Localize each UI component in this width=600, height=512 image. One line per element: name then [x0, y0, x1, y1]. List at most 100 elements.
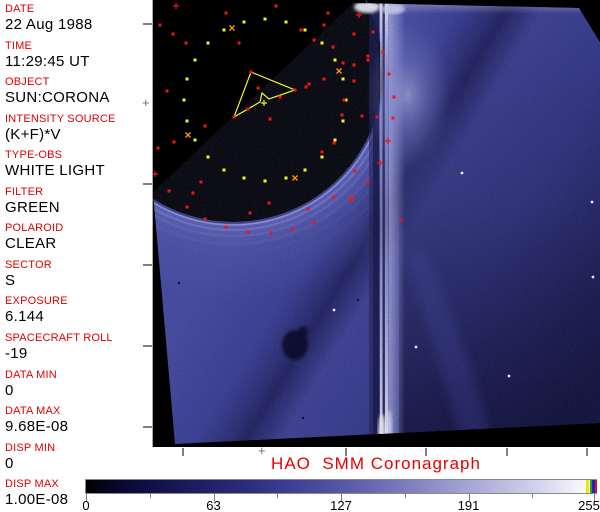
grid-dot-red [333, 196, 336, 199]
grid-dot-red [400, 219, 403, 222]
grid-dot-red [238, 42, 241, 45]
grid-dot-yellow [194, 59, 197, 62]
grid-dot-red [313, 39, 316, 42]
grid-dot-red [388, 73, 391, 76]
field-value: SUN:CORONA [5, 89, 151, 107]
colorbar-minor-tick [405, 494, 406, 498]
grid-dot-red [186, 206, 189, 209]
field-label: INTENSITY SOURCE [5, 113, 151, 126]
grid-dot-red [327, 12, 330, 15]
grid-dot-yellow [334, 139, 337, 142]
grid-dot-red [307, 208, 310, 211]
dust-speck [178, 282, 180, 284]
grid-dot-red [225, 12, 228, 15]
grid-dot-red [361, 115, 364, 118]
grid-dot-yellow [207, 156, 210, 159]
field-value: 22 Aug 1988 [5, 16, 151, 34]
colorbar-minor-tick [150, 494, 151, 498]
grid-dot-yellow [342, 120, 345, 123]
grid-dot-red [323, 78, 326, 81]
grid-dot-red [392, 117, 395, 120]
left-axis-tick [143, 345, 152, 347]
field-value: 0 [5, 382, 151, 400]
grid-dot-red [323, 24, 326, 27]
grid-dot-red [382, 51, 385, 54]
metadata-field: INTENSITY SOURCE(K+F)*V [5, 113, 151, 144]
grid-dot-yellow [183, 99, 186, 102]
left-axis-tick [143, 426, 152, 428]
colorbar-label: 191 [458, 498, 480, 512]
left-axis-tick [143, 183, 152, 185]
left-axis-tick [143, 23, 152, 25]
field-label: EXPOSURE [5, 295, 151, 308]
coronagraph-image-canvas[interactable] [152, 0, 600, 447]
colorbar-label: 63 [206, 498, 220, 512]
grid-dot-red [166, 90, 169, 93]
grid-dot-yellow [194, 139, 197, 142]
left-axis-plus: + [142, 98, 150, 108]
star-point [508, 375, 511, 378]
grid-dot-yellow [223, 29, 226, 32]
field-value: CLEAR [5, 235, 151, 253]
grid-dot-yellow [223, 169, 226, 172]
grid-dot-yellow [321, 156, 324, 159]
intensity-colorbar [85, 479, 597, 494]
grid-dot-red [367, 55, 370, 58]
field-value: 11:29:45 UT [5, 53, 151, 71]
grid-dot-red [269, 118, 272, 121]
metadata-field: OBJECTSUN:CORONA [5, 76, 151, 107]
grid-dot-red [294, 89, 297, 92]
grid-dot-yellow [186, 120, 189, 123]
colorbar-label: 127 [330, 498, 352, 512]
grid-dot-red [354, 170, 357, 173]
colorbar-stripe [595, 480, 597, 493]
field-value: WHITE LIGHT [5, 162, 151, 180]
grid-dot-red [353, 80, 356, 83]
grid-dot-red [279, 96, 282, 99]
colorbar-minor-tick [532, 494, 533, 498]
grid-dot-red [321, 151, 324, 154]
grid-dot-red [168, 190, 171, 193]
field-value: S [5, 272, 151, 290]
field-value: 9.68E-08 [5, 418, 151, 436]
grid-dot-red [341, 114, 344, 117]
grid-dot-red [367, 181, 370, 184]
field-label: DISP MIN [5, 442, 151, 455]
grid-dot-red [353, 33, 356, 36]
grid-dot-red [257, 87, 260, 90]
grid-dot-red [204, 218, 207, 221]
field-value: -19 [5, 345, 151, 363]
grid-dot-red [305, 86, 308, 89]
grid-dot-yellow [186, 78, 189, 81]
grid-dot-red [367, 59, 370, 62]
metadata-field: TYPE-OBSWHITE LIGHT [5, 149, 151, 180]
field-value: GREEN [5, 199, 151, 217]
grid-dot-red [247, 108, 250, 111]
field-label: FILTER [5, 186, 151, 199]
grid-dot-red [300, 29, 303, 32]
grid-dot-red [308, 83, 311, 86]
colorbar-label: 255 [578, 498, 600, 512]
grid-dot-red [233, 116, 236, 119]
metadata-field: TIME11:29:45 UT [5, 40, 151, 71]
dust-speck [357, 299, 359, 301]
grid-dot-yellow [304, 29, 307, 32]
grid-dot-red [200, 181, 203, 184]
grid-dot-red [393, 96, 396, 99]
grid-dot-red [172, 33, 175, 36]
field-value: (K+F)*V [5, 126, 151, 144]
grid-dot-red [250, 71, 253, 74]
grid-dot-red [249, 212, 252, 215]
metadata-field: SPACECRAFT ROLL-19 [5, 332, 151, 363]
metadata-sidebar: DATE22 Aug 1988 TIME11:29:45 UT OBJECTSUN:… [0, 0, 152, 512]
grid-dot-red [157, 147, 160, 150]
grid-dot-yellow [264, 180, 267, 183]
grid-dot-red [192, 192, 195, 195]
field-value: 6.144 [5, 308, 151, 326]
dust-speck [302, 417, 304, 419]
left-axis-tick [143, 264, 152, 266]
field-label: DATE [5, 3, 151, 16]
grid-dot-red [247, 231, 250, 234]
metadata-field: EXPOSURE6.144 [5, 295, 151, 326]
grid-dot-yellow [304, 169, 307, 172]
